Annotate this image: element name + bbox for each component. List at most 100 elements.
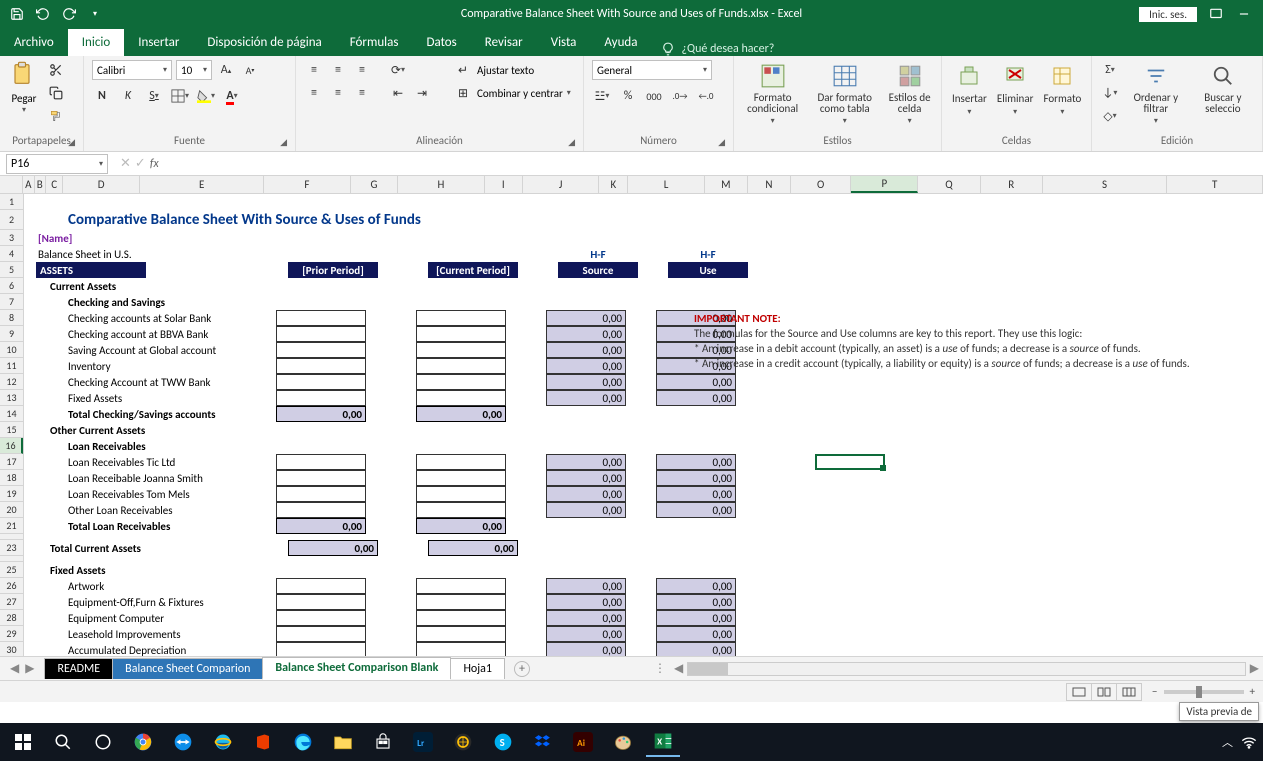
row-header[interactable]: 26 (0, 578, 23, 594)
row-header[interactable]: 10 (0, 342, 23, 358)
increase-indent-icon[interactable]: ⇥ (412, 83, 432, 103)
increase-decimal-icon[interactable]: .0→ (670, 86, 690, 106)
col-header[interactable]: G (351, 176, 399, 193)
row-header[interactable]: 16 (0, 438, 23, 454)
copy-icon[interactable] (46, 83, 66, 103)
minimize-icon[interactable] (1235, 5, 1253, 23)
tab-file[interactable]: Archivo (0, 29, 68, 56)
col-header[interactable]: Q (918, 176, 980, 193)
tab-review[interactable]: Revisar (471, 29, 537, 56)
cell-styles-button[interactable]: Estilos de celda▾ (886, 60, 933, 128)
col-header[interactable]: R (981, 176, 1043, 193)
teamviewer-icon[interactable] (166, 727, 200, 757)
row-header[interactable]: 29 (0, 626, 23, 642)
row-header[interactable]: 11 (0, 358, 23, 374)
tab-insert[interactable]: Insertar (124, 29, 193, 56)
font-name-select[interactable]: Calibri▾ (92, 60, 172, 80)
row-header[interactable]: 23 (0, 540, 23, 556)
tray-up-icon[interactable]: ︿ (1222, 734, 1233, 750)
autosum-icon[interactable]: Σ▾ (1100, 60, 1120, 80)
office-icon[interactable] (246, 727, 280, 757)
cancel-formula-icon[interactable]: ✕ (120, 156, 131, 171)
row-header[interactable]: 3 (0, 230, 23, 246)
row-header[interactable]: 30 (0, 642, 23, 656)
col-header[interactable]: I (485, 176, 523, 193)
merge-center-button[interactable]: ⊞Combinar y centrar▾ (453, 83, 571, 103)
format-cells-button[interactable]: Formato▾ (1041, 60, 1083, 119)
orientation-icon[interactable]: ⟳▾ (388, 60, 408, 80)
align-bottom-icon[interactable]: ≡ (352, 60, 372, 80)
align-left-icon[interactable]: ≡ (304, 83, 324, 103)
paint-icon[interactable] (606, 727, 640, 757)
format-table-button[interactable]: Dar formato como tabla▾ (809, 60, 880, 128)
chrome-icon[interactable] (126, 727, 160, 757)
thousands-icon[interactable]: 000 (644, 86, 664, 106)
file-explorer-icon[interactable] (326, 727, 360, 757)
increase-font-icon[interactable]: A▴ (216, 60, 236, 80)
delete-cells-button[interactable]: Eliminar▾ (995, 60, 1036, 119)
align-middle-icon[interactable]: ≡ (328, 60, 348, 80)
save-icon[interactable] (8, 5, 26, 23)
insert-cells-button[interactable]: Insertar▾ (950, 60, 989, 119)
underline-button[interactable]: S ▾ (144, 86, 164, 106)
edge-icon[interactable] (286, 727, 320, 757)
percent-icon[interactable]: % (618, 86, 638, 106)
tab-layout[interactable]: Disposición de página (193, 29, 335, 56)
tab-help[interactable]: Ayuda (590, 29, 651, 56)
fill-color-icon[interactable]: ▾ (196, 86, 216, 106)
tell-me[interactable]: ¿Qué desea hacer? (661, 42, 774, 56)
decrease-decimal-icon[interactable]: ←.0 (696, 86, 716, 106)
row-header[interactable]: 1 (0, 194, 23, 210)
launcher-icon[interactable]: ◢ (568, 137, 575, 148)
dropbox-icon[interactable] (526, 727, 560, 757)
undo-icon[interactable] (34, 5, 52, 23)
row-header[interactable]: 2 (0, 210, 23, 230)
lightroom-icon[interactable]: Lr (406, 727, 440, 757)
col-header[interactable]: F (264, 176, 350, 193)
row-header[interactable]: 14 (0, 406, 23, 422)
col-header[interactable]: M (705, 176, 748, 193)
wifi-icon[interactable] (1241, 735, 1257, 749)
align-top-icon[interactable]: ≡ (304, 60, 324, 80)
col-header[interactable]: J (523, 176, 600, 193)
col-header[interactable]: C (46, 176, 63, 193)
name-box[interactable]: P16▾ (6, 154, 108, 174)
paste-button[interactable]: Pegar ▾ (8, 60, 40, 115)
bold-button[interactable]: N (92, 86, 112, 106)
cut-icon[interactable] (46, 60, 66, 80)
col-header[interactable]: L (628, 176, 705, 193)
select-all-corner[interactable] (0, 176, 23, 193)
row-header[interactable]: 21 (0, 518, 23, 534)
col-header[interactable]: O (791, 176, 851, 193)
tab-formulas[interactable]: Fórmulas (336, 29, 413, 56)
col-header[interactable]: S (1043, 176, 1167, 193)
row-header[interactable]: 5 (0, 262, 23, 278)
decrease-indent-icon[interactable]: ⇤ (388, 83, 408, 103)
format-painter-icon[interactable] (46, 106, 66, 126)
col-header[interactable]: K (599, 176, 628, 193)
font-size-select[interactable]: 10▾ (176, 60, 212, 80)
row-header[interactable]: 8 (0, 310, 23, 326)
redo-icon[interactable] (60, 5, 78, 23)
number-format-select[interactable]: General▾ (592, 60, 712, 80)
wrap-text-button[interactable]: ↵Ajustar texto (453, 60, 571, 80)
col-header[interactable]: H (398, 176, 484, 193)
sheet-tab-blank[interactable]: Balance Sheet Comparison Blank (262, 657, 451, 680)
row-header[interactable]: 27 (0, 594, 23, 610)
qat-customize-icon[interactable]: ▾ (86, 5, 104, 23)
cortana-icon[interactable] (86, 727, 120, 757)
row-header[interactable]: 13 (0, 390, 23, 406)
tab-home[interactable]: Inicio (68, 29, 124, 56)
find-select-button[interactable]: Buscar y seleccio (1192, 60, 1254, 116)
formula-input[interactable] (169, 154, 1263, 174)
sort-filter-button[interactable]: Ordenar y filtrar▾ (1126, 60, 1186, 128)
illustrator-icon[interactable]: Ai (566, 727, 600, 757)
zoom-out-button[interactable]: − (1152, 685, 1157, 698)
sheet-nav-prev-icon[interactable]: ◀ (10, 661, 19, 676)
conditional-format-button[interactable]: Formato condicional▾ (742, 60, 803, 128)
store-icon[interactable] (366, 727, 400, 757)
row-header[interactable]: 18 (0, 470, 23, 486)
italic-button[interactable]: K (118, 86, 138, 106)
launcher-icon[interactable]: ◢ (718, 137, 725, 148)
signin-button[interactable]: Inic. ses. (1139, 7, 1197, 22)
